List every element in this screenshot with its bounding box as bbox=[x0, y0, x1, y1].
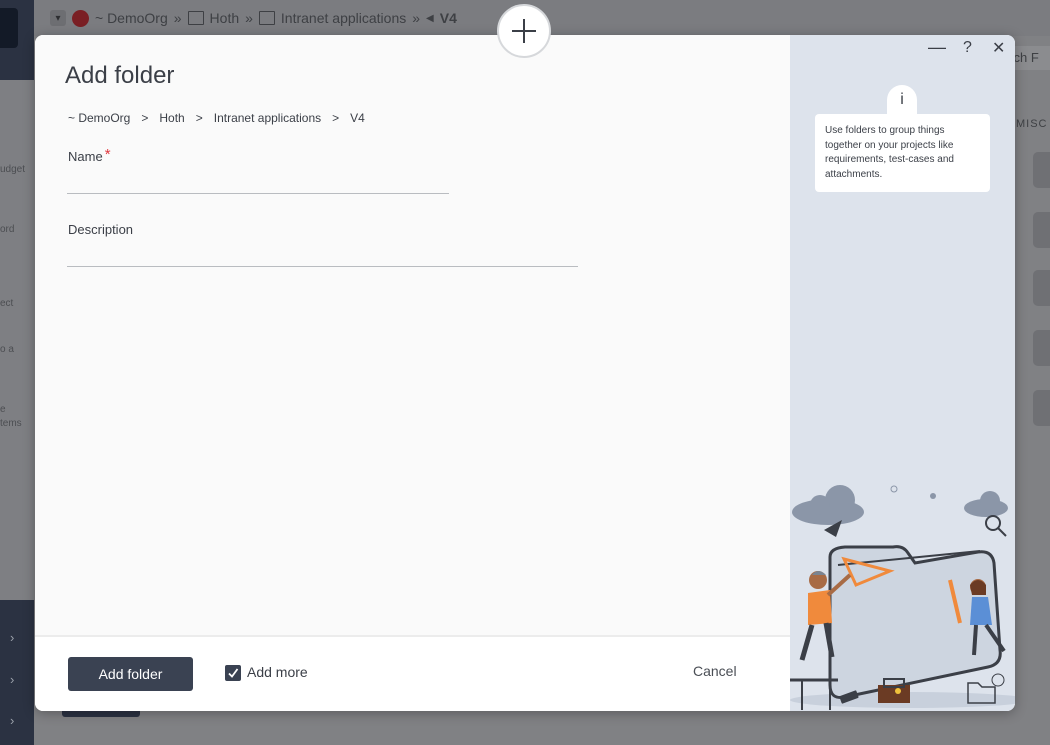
sidebar-tile bbox=[0, 8, 18, 48]
folder-illustration bbox=[790, 485, 1015, 710]
left-panel-text: o a bbox=[0, 344, 14, 355]
info-text: Use folders to group things together on … bbox=[815, 114, 990, 192]
background-bottom-sidebar: › › › bbox=[0, 600, 34, 745]
chevron-right-icon: › bbox=[10, 672, 15, 687]
close-icon[interactable]: ✕ bbox=[992, 38, 1005, 58]
background-tool-tile bbox=[1033, 270, 1050, 306]
cancel-button[interactable]: Cancel bbox=[693, 663, 737, 679]
add-bubble-button[interactable] bbox=[497, 4, 551, 58]
background-tool-tile bbox=[1033, 152, 1050, 188]
check-icon bbox=[228, 668, 239, 678]
background-tool-tile bbox=[1033, 330, 1050, 366]
name-label-text: Name bbox=[68, 149, 103, 164]
breadcrumb-item: ~ DemoOrg bbox=[95, 10, 168, 26]
book-icon bbox=[187, 11, 204, 25]
left-panel-text: e bbox=[0, 404, 6, 415]
dialog-breadcrumb: ~ DemoOrg > Hoth > Intranet applications… bbox=[68, 111, 365, 125]
left-panel-text: ord bbox=[0, 224, 15, 235]
breadcrumb-separator: » bbox=[173, 10, 182, 26]
breadcrumb-item[interactable]: Intranet applications bbox=[214, 111, 321, 125]
breadcrumb-separator: » bbox=[245, 10, 253, 26]
add-more-label[interactable]: Add more bbox=[247, 664, 308, 680]
add-folder-button[interactable]: Add folder bbox=[68, 657, 193, 691]
dialog-footer: Add folder Add more Cancel bbox=[35, 635, 790, 711]
background-left-panel: udget ord ect o a e tems bbox=[0, 80, 34, 600]
breadcrumb-item[interactable]: Hoth bbox=[159, 111, 184, 125]
breadcrumb-separator: > bbox=[195, 111, 203, 125]
background-tool-tile bbox=[1033, 390, 1050, 426]
help-icon[interactable]: ? bbox=[963, 39, 972, 57]
form-area: Add folder ~ DemoOrg > Hoth > Intranet a… bbox=[35, 35, 790, 635]
book-icon bbox=[258, 11, 275, 25]
background-misc-label: MISC bbox=[1016, 118, 1048, 130]
left-panel-text: tems bbox=[0, 418, 22, 429]
name-input[interactable] bbox=[67, 173, 449, 194]
description-input[interactable] bbox=[67, 246, 578, 267]
breadcrumb-item[interactable]: ~ DemoOrg bbox=[68, 111, 130, 125]
help-side-panel: — ? ✕ i Use folders to group things toge… bbox=[790, 35, 1015, 711]
add-folder-dialog: Add folder ~ DemoOrg > Hoth > Intranet a… bbox=[35, 35, 1015, 711]
triangle-left-icon: ◀ bbox=[426, 12, 434, 24]
chevron-down-icon: ▾ bbox=[50, 10, 66, 26]
description-label: Description bbox=[68, 222, 134, 237]
org-avatar-icon bbox=[72, 9, 89, 27]
breadcrumb-item: V4 bbox=[439, 10, 457, 26]
minimize-icon[interactable]: — bbox=[928, 37, 946, 58]
breadcrumb-item: Intranet applications bbox=[280, 10, 407, 26]
left-panel-text: ect bbox=[0, 298, 14, 309]
breadcrumb-item: Hoth bbox=[209, 10, 240, 26]
required-mark: * bbox=[104, 146, 111, 163]
add-more-checkbox[interactable] bbox=[225, 665, 241, 681]
breadcrumb-item[interactable]: V4 bbox=[350, 111, 365, 125]
plus-icon bbox=[512, 19, 536, 43]
dialog-title: Add folder bbox=[65, 62, 175, 89]
background-tool-tile bbox=[1033, 212, 1050, 248]
name-label: Name * bbox=[68, 146, 111, 165]
background-breadcrumb: ▾ ~ DemoOrg » Hoth » Intranet applicatio… bbox=[50, 7, 457, 29]
breadcrumb-separator: > bbox=[141, 111, 149, 125]
chevron-right-icon: › bbox=[10, 713, 15, 728]
breadcrumb-separator: » bbox=[412, 10, 421, 26]
left-panel-text: udget bbox=[0, 164, 26, 175]
chevron-right-icon: › bbox=[10, 630, 15, 645]
breadcrumb-separator: > bbox=[332, 111, 340, 125]
